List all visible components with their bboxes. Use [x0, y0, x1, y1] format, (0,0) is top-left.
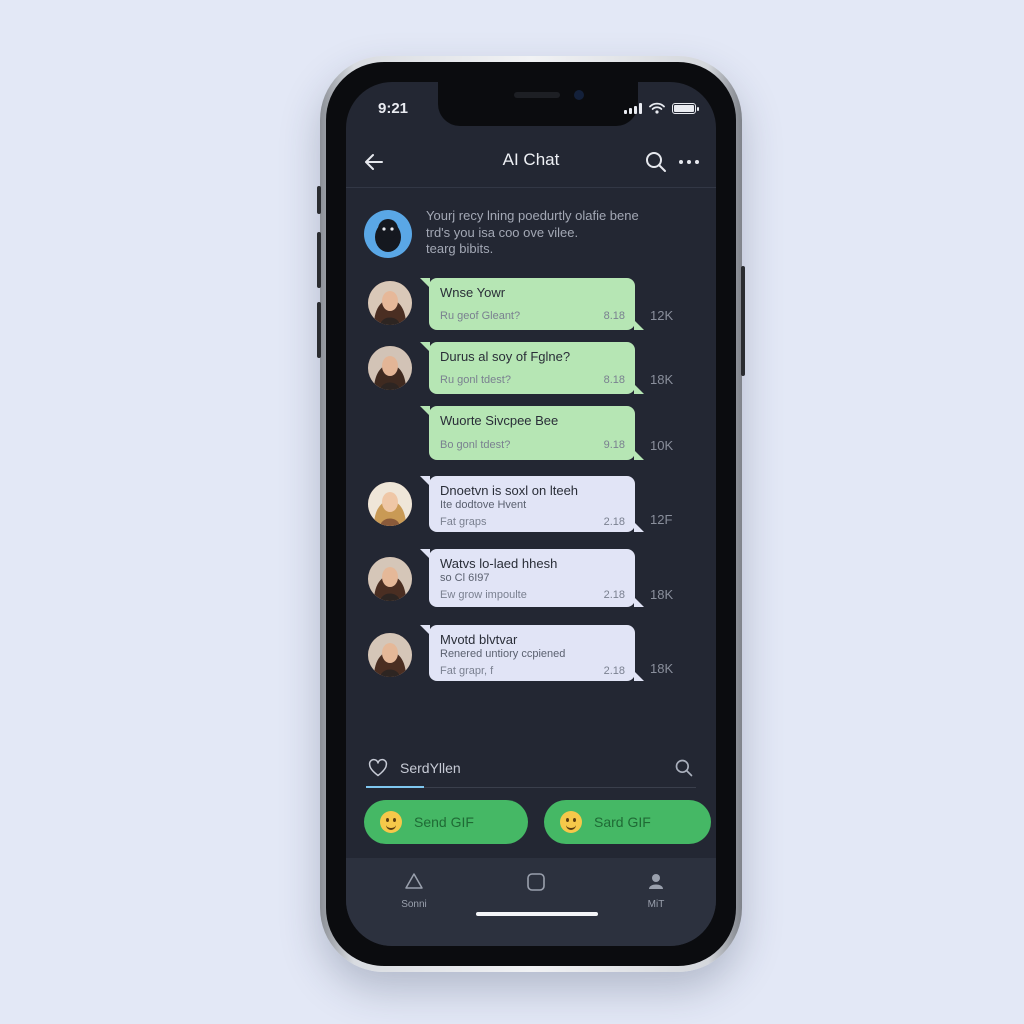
message-meta: Bo gonl tdest? — [440, 439, 511, 451]
screen: 9:21 AI Chat Yourj recy lning poedurtly … — [346, 82, 716, 946]
message-meta: Ew grow impoulte — [440, 589, 527, 601]
message-subtitle: so Cl 6I97 — [440, 572, 490, 584]
message-footer: Bo gonl tdest? 9.18 — [440, 439, 625, 451]
signal-icon — [624, 102, 642, 114]
status-icons — [624, 102, 699, 114]
message-title: Mvotd blvtvar — [440, 632, 518, 647]
message-footer: Fat grapr, f 2.18 — [440, 665, 625, 677]
message-count: 18K — [650, 661, 674, 676]
send-gif-button[interactable]: Send GIF — [364, 800, 528, 844]
front-camera — [574, 90, 584, 100]
message-footer: Fat graps 2.18 — [440, 516, 625, 528]
search-icon[interactable] — [674, 758, 694, 778]
message-meta: Ru geof Gleant? — [440, 310, 521, 322]
message-composer: SerdYllen — [366, 748, 696, 788]
message-title: Wnse Yowr — [440, 285, 506, 300]
phone-bezel: 9:21 AI Chat Yourj recy lning poedurtly … — [326, 62, 736, 966]
message-footer: Ru geof Gleant? 8.18 — [440, 310, 625, 322]
tab-label: MiT — [647, 899, 665, 910]
square-icon — [527, 873, 545, 891]
bot-intro-line: tearg bibits. — [426, 241, 494, 256]
volume-up-button — [317, 186, 321, 214]
send-gif-label: Sard GIF — [594, 814, 651, 830]
message-time: 8.18 — [603, 374, 625, 386]
bottom-tab-bar: Sonni MiT — [346, 858, 716, 946]
robot-icon — [367, 213, 409, 255]
chat-header: AI Chat — [346, 136, 716, 188]
home-indicator[interactable] — [476, 912, 598, 916]
send-gif-button-2[interactable]: Sard GIF — [544, 800, 711, 844]
message-bubble[interactable]: Dnoetvn is soxl on lteeh Ite dodtove Hve… — [420, 476, 644, 532]
message-count: 12K — [650, 308, 674, 323]
power-button — [741, 266, 745, 376]
message-bubble[interactable]: Watvs lo-laed hhesh so Cl 6I97 Ew grow i… — [420, 549, 644, 607]
message-bubble[interactable]: Wnse Yowr Ru geof Gleant? 8.18 — [420, 278, 644, 330]
notch — [438, 82, 638, 126]
message-bubble[interactable]: Mvotd blvtvar Renered untiory ccpiened F… — [420, 625, 644, 681]
message-count: 18K — [650, 372, 674, 387]
message-meta: Fat grapr, f — [440, 665, 494, 677]
message-title: Durus al soy of Fglne? — [440, 349, 571, 364]
search-icon[interactable] — [644, 150, 668, 174]
message-meta: Ru gonl tdest? — [440, 374, 511, 386]
message-time: 2.18 — [603, 516, 625, 528]
tab-center[interactable] — [506, 872, 566, 897]
avatar[interactable] — [368, 281, 412, 325]
smile-emoji-icon — [380, 811, 402, 833]
bot-avatar — [364, 210, 412, 258]
message-subtitle: Renered untiory ccpiened — [440, 648, 566, 660]
avatar[interactable] — [368, 633, 412, 677]
message-footer: Ew grow impoulte 2.18 — [440, 589, 625, 601]
message-bubble[interactable]: Wuorte Sivcpee Bee Bo gonl tdest? 9.18 — [420, 406, 644, 460]
bot-intro: Yourj recy lning poedurtly olafie bene t… — [364, 208, 696, 258]
message-footer: Ru gonl tdest? 8.18 — [440, 374, 625, 386]
bot-intro-line: Yourj recy lning poedurtly olafie bene — [426, 208, 639, 223]
message-input[interactable]: SerdYllen — [400, 760, 461, 776]
message-time: 2.18 — [603, 589, 625, 601]
message-count: 18K — [650, 587, 674, 602]
avatar[interactable] — [368, 482, 412, 526]
bot-intro-text: Yourj recy lning poedurtly olafie bene t… — [426, 208, 696, 258]
send-gif-label: Send GIF — [414, 814, 474, 830]
avatar[interactable] — [368, 346, 412, 390]
message-count: 12F — [650, 512, 673, 527]
status-time: 9:21 — [378, 100, 409, 117]
message-title: Watvs lo-laed hhesh — [440, 556, 558, 571]
phone-frame: 9:21 AI Chat Yourj recy lning poedurtly … — [317, 56, 745, 972]
message-time: 2.18 — [603, 665, 625, 677]
message-subtitle: Ite dodtove Hvent — [440, 499, 527, 511]
message-title: Wuorte Sivcpee Bee — [440, 413, 559, 428]
wifi-icon — [649, 102, 665, 114]
person-icon — [649, 874, 663, 889]
volume-down-button — [317, 232, 321, 288]
message-bubble[interactable]: Durus al soy of Fglne? Ru gonl tdest? 8.… — [420, 342, 644, 394]
message-meta: Fat graps — [440, 516, 487, 528]
smile-emoji-icon — [560, 811, 582, 833]
avatar[interactable] — [368, 557, 412, 601]
tab-mit[interactable]: MiT — [626, 872, 686, 910]
bot-intro-line: trd's you isa coo ove vilee. — [426, 224, 579, 240]
more-icon[interactable] — [676, 150, 702, 174]
battery-icon — [672, 102, 699, 114]
triangle-icon — [405, 873, 423, 889]
volume-down-button-2 — [317, 302, 321, 358]
message-time: 8.18 — [603, 310, 625, 322]
input-focus-underline — [366, 786, 424, 788]
tab-label: Sonni — [401, 899, 427, 910]
message-title: Dnoetvn is soxl on lteeh — [440, 483, 579, 498]
heart-icon[interactable] — [368, 758, 388, 778]
message-count: 10K — [650, 438, 674, 453]
message-time: 9.18 — [603, 439, 625, 451]
tab-sonni[interactable]: Sonni — [384, 872, 444, 910]
speaker — [514, 92, 560, 98]
